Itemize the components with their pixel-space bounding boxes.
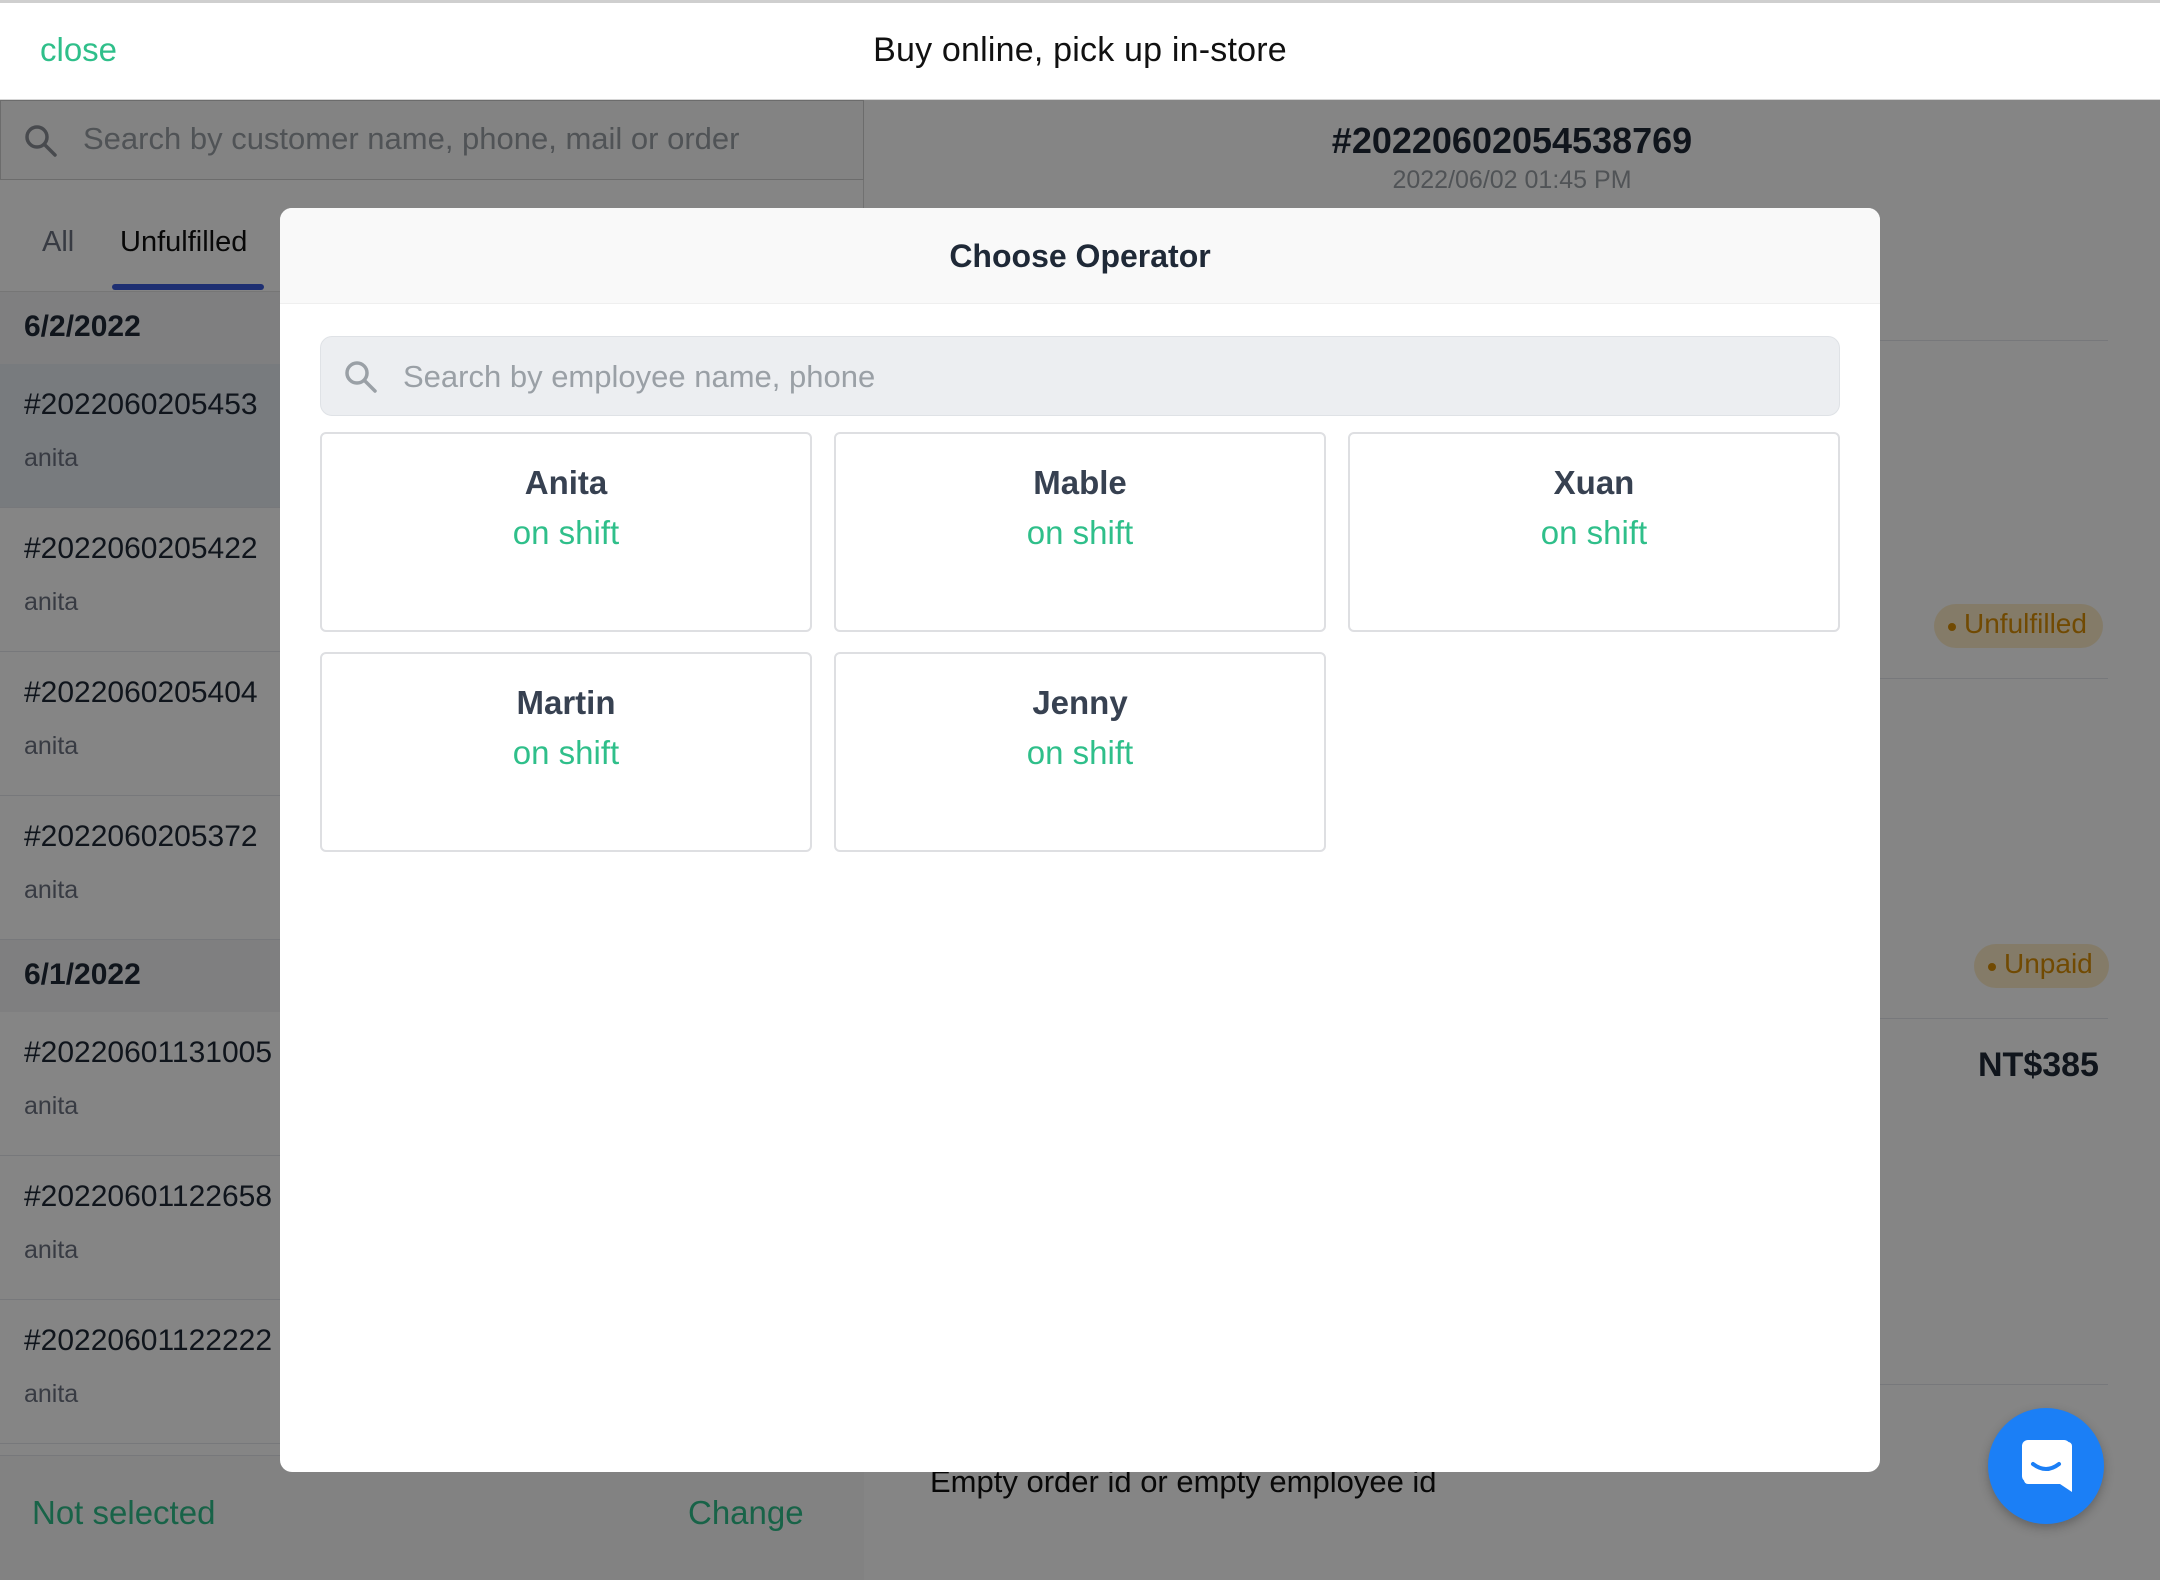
search-icon: [345, 361, 377, 393]
chat-icon: [2022, 1440, 2072, 1492]
employee-shift-status: on shift: [512, 734, 620, 771]
employee-name: Mable: [1033, 464, 1127, 501]
employee-name: Anita: [524, 464, 608, 501]
page-title: Buy online, pick up in-store: [873, 31, 1287, 69]
employee-name: Xuan: [1553, 464, 1635, 501]
top-header: close Buy online, pick up in-store: [0, 0, 2160, 100]
modal-title: Choose Operator: [949, 238, 1211, 274]
employee-search-input[interactable]: Search by employee name, phone: [320, 336, 1840, 416]
employee-shift-status: on shift: [1026, 734, 1134, 771]
employee-name: Martin: [516, 684, 616, 721]
employee-card-jenny[interactable]: Jenny on shift: [834, 652, 1326, 852]
employee-shift-status: on shift: [512, 514, 620, 551]
employee-name: Jenny: [1032, 684, 1128, 721]
employee-shift-status: on shift: [1026, 514, 1134, 551]
employee-card-anita[interactable]: Anita on shift: [320, 432, 812, 632]
employee-card-martin[interactable]: Martin on shift: [320, 652, 812, 852]
employee-shift-status: on shift: [1540, 514, 1648, 551]
modal-header: Choose Operator: [280, 208, 1880, 304]
employee-card-xuan[interactable]: Xuan on shift: [1348, 432, 1840, 632]
employee-card-mable[interactable]: Mable on shift: [834, 432, 1326, 632]
choose-operator-modal: Choose Operator Search by employee name,…: [280, 208, 1880, 1472]
chat-support-button[interactable]: [1988, 1408, 2104, 1524]
employee-search-placeholder: Search by employee name, phone: [403, 359, 876, 394]
